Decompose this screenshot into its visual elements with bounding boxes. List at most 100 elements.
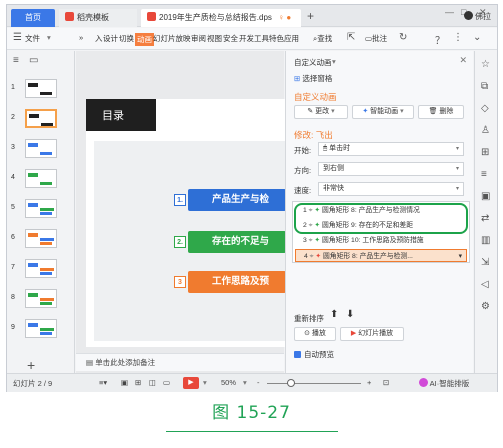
transition-tool-icon[interactable]: ⇄ xyxy=(481,213,489,224)
notes-icon: ▤ xyxy=(86,358,94,367)
slide-item-box[interactable]: 工作思路及预 xyxy=(188,271,286,293)
zoom-in-button[interactable]: + xyxy=(367,378,371,387)
menu-search[interactable]: ⌕查找 xyxy=(313,33,332,44)
start-slideshow-button[interactable]: ▶ xyxy=(183,377,199,389)
sorter-view-icon[interactable]: ⊞ xyxy=(135,378,141,387)
collapse-ribbon-icon[interactable]: ⌄ xyxy=(473,32,481,43)
zoom-slider-handle[interactable] xyxy=(287,379,295,387)
normal-view-icon[interactable]: ▣ xyxy=(121,378,128,387)
reading-view-icon[interactable]: ◫ xyxy=(149,378,156,387)
slide-thumbnail-preview xyxy=(25,229,57,248)
menu-transition[interactable]: 切换 xyxy=(119,33,134,44)
menu-file[interactable]: 文件 xyxy=(25,33,40,44)
autopreview-checkbox[interactable]: 自动预览 xyxy=(294,349,334,360)
delete-button[interactable]: 🗑 删除 xyxy=(418,105,464,119)
share-icon[interactable]: ⇱ xyxy=(347,32,355,43)
slideshow-icon: ▶ xyxy=(350,330,357,337)
menu-comment[interactable]: ▭批注 xyxy=(365,33,387,44)
slide-thumbnail[interactable]: 8 xyxy=(7,289,73,309)
zoom-out-button[interactable]: - xyxy=(257,378,260,387)
menu-security[interactable]: 安全 xyxy=(223,33,238,44)
slide-thumbnail[interactable]: 3 xyxy=(7,139,73,159)
animation-tool-icon[interactable]: ☆ xyxy=(481,59,490,70)
tab-daoke-templates[interactable]: 稻壳模板 xyxy=(59,9,137,27)
direction-select[interactable]: 到右侧 ▾ xyxy=(318,162,464,176)
shape-tool-icon[interactable]: ◇ xyxy=(481,103,489,114)
menu-insert[interactable]: 入 xyxy=(95,33,103,44)
hamburger-menu-icon[interactable]: ☰ xyxy=(13,32,22,43)
direction-label: 方向: xyxy=(294,166,312,175)
tab-document[interactable]: 2019年生产质检与总结报告.dps ♀ ● xyxy=(141,9,301,27)
animation-item-dropdown-icon[interactable]: ▾ xyxy=(459,250,462,261)
image-tool-icon[interactable]: ▣ xyxy=(481,191,490,202)
presenter-view-icon[interactable]: ▭ xyxy=(163,378,170,387)
grid-tool-icon[interactable]: ⊞ xyxy=(481,147,489,158)
outline-view-icon[interactable]: ≡ xyxy=(13,55,19,66)
direction-chevron-down-icon: ▾ xyxy=(455,166,459,172)
pane-title-dropdown-icon[interactable]: ▾ xyxy=(332,57,336,66)
menu-animation[interactable]: 动画 xyxy=(135,33,154,46)
more-options-icon[interactable]: ⋮ xyxy=(453,32,463,43)
menu-more[interactable]: » xyxy=(79,33,83,42)
new-tab-button[interactable]: + xyxy=(307,9,314,23)
tab-home[interactable]: 首页 xyxy=(11,9,55,27)
sync-icon[interactable]: ↻ xyxy=(399,32,407,43)
reorder-label: 重新排序 xyxy=(294,314,324,323)
audio-tool-icon[interactable]: ◁ xyxy=(481,279,489,290)
user-account[interactable]: 佛拉 xyxy=(464,11,491,22)
slide-thumbnail-preview xyxy=(25,289,57,308)
menu-design[interactable]: 设计 xyxy=(103,33,118,44)
file-dropdown-icon[interactable]: ▾ xyxy=(47,33,51,42)
ai-layout-button[interactable]: AI·智能排版 xyxy=(419,378,469,389)
slide-thumbnail-number: 3 xyxy=(11,144,15,151)
pane-close-icon[interactable]: ✕ xyxy=(459,55,467,66)
start-label: 开始: xyxy=(294,146,312,155)
current-slide[interactable]: 目录 1. 产品生产与检 2. 存在的不足与 3 工作思路及预 xyxy=(86,99,286,347)
slide-thumbnail[interactable]: 5 xyxy=(7,199,73,219)
zoom-dropdown-icon[interactable]: ▾ xyxy=(243,378,247,387)
person-tool-icon[interactable]: ♙ xyxy=(481,125,490,136)
fit-window-icon[interactable]: ⊡ xyxy=(383,378,389,387)
slide-thumbnail[interactable]: 9 xyxy=(7,319,73,339)
play-button[interactable]: ⊙ 播放 xyxy=(294,327,336,341)
copy-tool-icon[interactable]: ⧉ xyxy=(481,81,488,92)
slide-item-box[interactable]: 产品生产与检 xyxy=(188,189,286,211)
menu-slideshow[interactable]: 幻灯片放映 xyxy=(153,33,191,44)
minimize-button[interactable]: — xyxy=(445,7,454,17)
notes-toggle-icon[interactable]: ≡▾ xyxy=(99,378,107,387)
move-up-icon[interactable]: ⬆ xyxy=(330,309,338,320)
title-bar: 首页 稻壳模板 2019年生产质检与总结报告.dps ♀ ● + — □ ✕ 佛… xyxy=(7,5,497,27)
slide-thumbnail[interactable]: 2 xyxy=(7,109,73,129)
help-icon[interactable]: ？ xyxy=(435,32,445,47)
move-down-icon[interactable]: ⬇ xyxy=(346,309,354,320)
slide-thumbnail[interactable]: 1 xyxy=(7,79,73,99)
speed-select[interactable]: 非常快 ▾ xyxy=(318,182,464,196)
slideshow-options-icon[interactable]: ▾ xyxy=(203,378,207,387)
zoom-level[interactable]: 50% xyxy=(221,378,236,387)
chart-tool-icon[interactable]: ▥ xyxy=(481,235,490,246)
slide-thumbnail-preview xyxy=(25,139,57,158)
slide-thumbnail[interactable]: 4 xyxy=(7,169,73,189)
change-button[interactable]: ✎ 更改 ▾ xyxy=(294,105,348,119)
menu-review[interactable]: 审阅 xyxy=(191,33,206,44)
animation-list-item[interactable]: 3 ⌖ ✦ 圆角矩形 10: 工作思路及预防措施 xyxy=(295,234,467,247)
menu-developer[interactable]: 开发工具 xyxy=(239,33,269,44)
slide-thumbnail-preview xyxy=(25,319,57,338)
menu-view[interactable]: 视图 xyxy=(207,33,222,44)
slide-thumbnail[interactable]: 6 xyxy=(7,229,73,249)
slide-thumbnail[interactable]: 7 xyxy=(7,259,73,279)
select-pane-link[interactable]: ⊞ 选择窗格 xyxy=(294,73,332,84)
animation-list-item[interactable]: 4 ⌖ ✦ 圆角矩形 8: 产品生产与检测... ▾ xyxy=(295,249,467,262)
add-slide-button[interactable]: + xyxy=(27,357,35,373)
slide-item-box[interactable]: 存在的不足与 xyxy=(188,231,286,253)
smart-animation-button[interactable]: ✦ 智能动画 ▾ xyxy=(352,105,414,119)
zoom-slider[interactable] xyxy=(267,383,361,384)
settings-tool-icon[interactable]: ⚙ xyxy=(481,301,490,312)
slide-view-icon[interactable]: ▭ xyxy=(29,55,38,66)
export-tool-icon[interactable]: ⇲ xyxy=(481,257,489,268)
slideshow-button[interactable]: ▶ 幻灯片播放 xyxy=(340,327,404,341)
align-tool-icon[interactable]: ≡ xyxy=(481,169,487,180)
start-select[interactable]: 🖱 单击时 ▾ xyxy=(318,142,464,156)
menu-features[interactable]: 特色应用 xyxy=(269,33,299,44)
notes-bar[interactable]: ▤ 单击此处添加备注 xyxy=(76,353,284,371)
